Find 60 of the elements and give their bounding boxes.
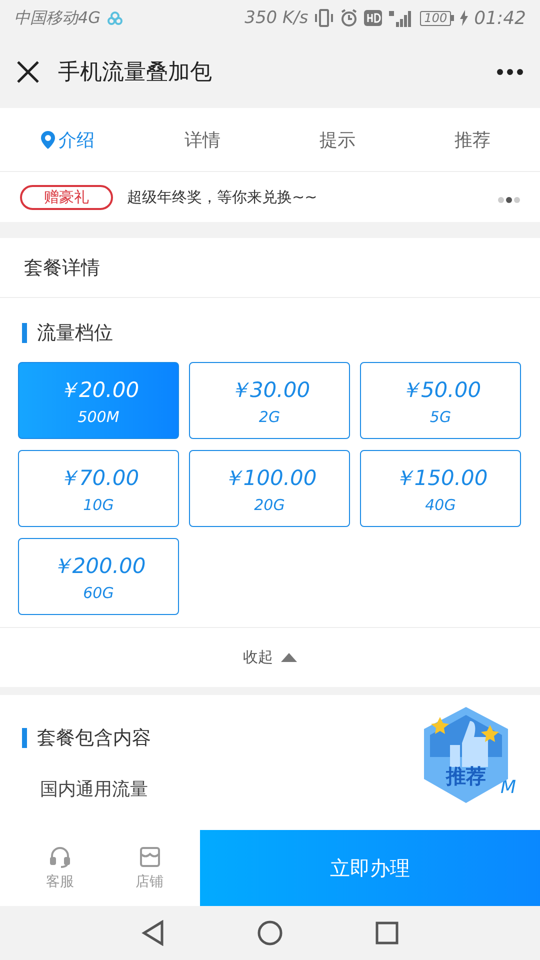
plan-data: 60G [83,584,114,602]
plan-price: ￥20.00 [58,376,140,404]
store-icon [138,845,162,869]
section-title: 套餐详情 [0,238,540,298]
vibrate-icon [314,9,334,27]
plan-option[interactable]: ￥150.00 40G [360,450,521,527]
content-value: M [500,777,516,800]
tab[interactable]: 推荐 [405,128,540,152]
plan-price: ￥200.00 [51,552,146,580]
collapse-button[interactable]: 收起 [0,627,540,687]
action-label: 店铺 [136,873,164,891]
plan-option[interactable]: ￥30.00 2G [189,362,350,439]
bottom-action[interactable]: 客服 [0,830,100,906]
plan-price: ￥30.00 [228,376,310,404]
location-pin-icon [40,130,54,148]
tab[interactable]: 详情 [135,128,270,152]
link-icon [106,11,123,25]
promo-text: 超级年终奖，等你来兑换~~ [127,188,318,206]
bottom-action[interactable]: 店铺 [100,830,200,906]
back-icon[interactable] [141,920,165,946]
action-label: 客服 [46,873,74,891]
recents-icon[interactable] [375,921,399,945]
plan-option[interactable]: ￥70.00 10G [18,450,179,527]
plan-price: ￥70.00 [58,464,140,492]
plan-data: 20G [254,496,285,514]
plan-price: ￥150.00 [393,464,488,492]
battery-level: 100 [420,10,452,26]
section-heading: 套餐包含内容 [37,726,151,751]
plan-data: 2G [258,408,280,426]
plan-price: ￥50.00 [400,376,482,404]
plan-price: ￥100.00 [222,464,317,492]
more-icon[interactable] [496,68,524,76]
plan-option[interactable]: ￥100.00 20G [189,450,350,527]
headset-icon [48,845,72,869]
alarm-icon [340,9,358,27]
gift-tag: 赠豪礼 [20,184,113,210]
plan-option[interactable]: ￥50.00 5G [360,362,521,439]
plan-data: 500M [78,408,120,426]
heading-bar [22,728,27,748]
plan-data: 40G [425,496,456,514]
content-label: 国内通用流量 [40,778,148,801]
caret-up-icon [281,653,297,662]
home-icon[interactable] [257,920,283,946]
charging-icon [460,10,468,26]
apply-button[interactable]: 立即办理 [200,830,540,906]
plan-option[interactable]: ￥20.00 500M [18,362,179,439]
battery-cap-icon [451,15,454,21]
network-speed: 350 K/s [244,8,308,28]
tab[interactable]: 介绍 [0,128,135,152]
plan-option[interactable]: ￥200.00 60G [18,538,179,615]
clock-time: 01:42 [474,8,526,28]
hd-icon [364,10,382,26]
heading-bar [22,323,27,343]
carrier-name: 中国移动4G [14,8,101,28]
tab[interactable]: 提示 [270,128,405,152]
plan-data: 5G [430,408,452,426]
plan-data: 10G [83,496,114,514]
page-title: 手机流量叠加包 [58,59,213,87]
close-icon[interactable] [16,60,40,84]
section-heading: 流量档位 [37,321,113,346]
